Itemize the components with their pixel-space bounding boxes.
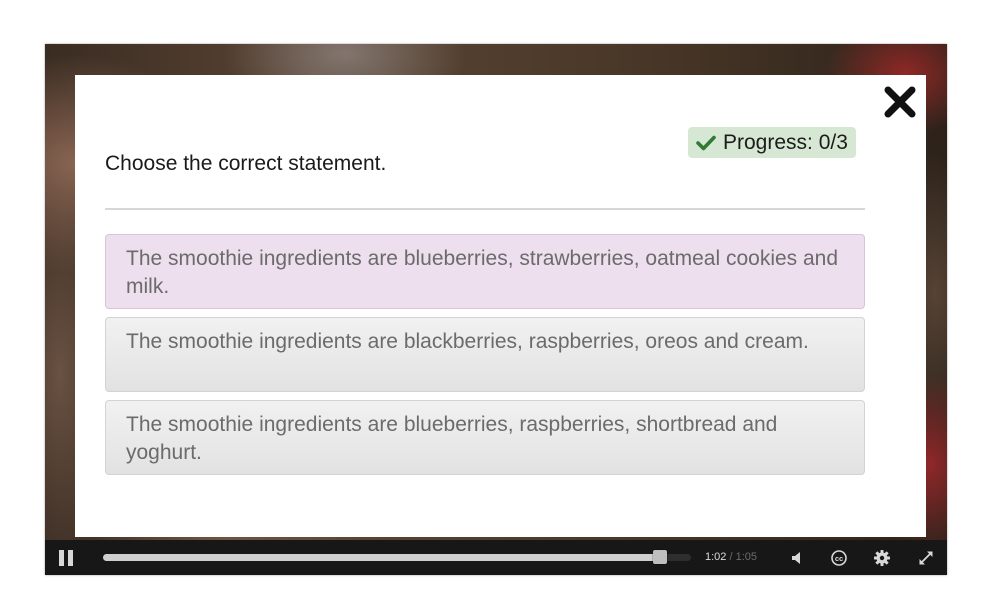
- time-separator: /: [726, 551, 736, 563]
- answer-option-1[interactable]: The smoothie ingredients are blueberries…: [105, 234, 865, 309]
- pause-button[interactable]: [51, 540, 81, 575]
- volume-button[interactable]: [785, 540, 809, 575]
- pause-icon[interactable]: [58, 549, 74, 566]
- time-display: 1:02 / 1:05: [705, 540, 757, 575]
- total-time: 1:05: [735, 551, 758, 563]
- seek-bar-played: [103, 554, 660, 561]
- checkmark-icon: [696, 135, 716, 150]
- close-button[interactable]: [883, 85, 917, 119]
- close-icon[interactable]: [883, 85, 917, 119]
- player-control-bar: 1:02 / 1:05 cc: [45, 540, 947, 575]
- current-time: 1:02: [705, 551, 727, 563]
- progress-badge: Progress: 0/3: [688, 127, 856, 158]
- question-text: Choose the correct statement.: [105, 152, 387, 175]
- fullscreen-button[interactable]: [913, 540, 939, 575]
- answer-list: The smoothie ingredients are blueberries…: [105, 234, 865, 483]
- video-player: Progress: 0/3 Choose the correct stateme…: [45, 44, 947, 575]
- volume-icon[interactable]: [791, 551, 803, 564]
- seek-bar[interactable]: [103, 550, 691, 564]
- captions-button[interactable]: cc: [826, 540, 852, 575]
- settings-button[interactable]: [869, 540, 895, 575]
- gear-icon[interactable]: [874, 549, 890, 566]
- answer-option-2[interactable]: The smoothie ingredients are blackberrie…: [105, 317, 865, 392]
- fullscreen-icon[interactable]: [918, 550, 934, 566]
- answer-option-3[interactable]: The smoothie ingredients are blueberries…: [105, 400, 865, 475]
- svg-text:cc: cc: [835, 553, 843, 562]
- progress-label: Progress: 0/3: [723, 130, 848, 154]
- seek-handle[interactable]: [652, 550, 667, 564]
- closed-captions-icon[interactable]: cc: [831, 549, 847, 566]
- question-dialog: Progress: 0/3 Choose the correct stateme…: [75, 75, 926, 537]
- divider: [105, 208, 865, 210]
